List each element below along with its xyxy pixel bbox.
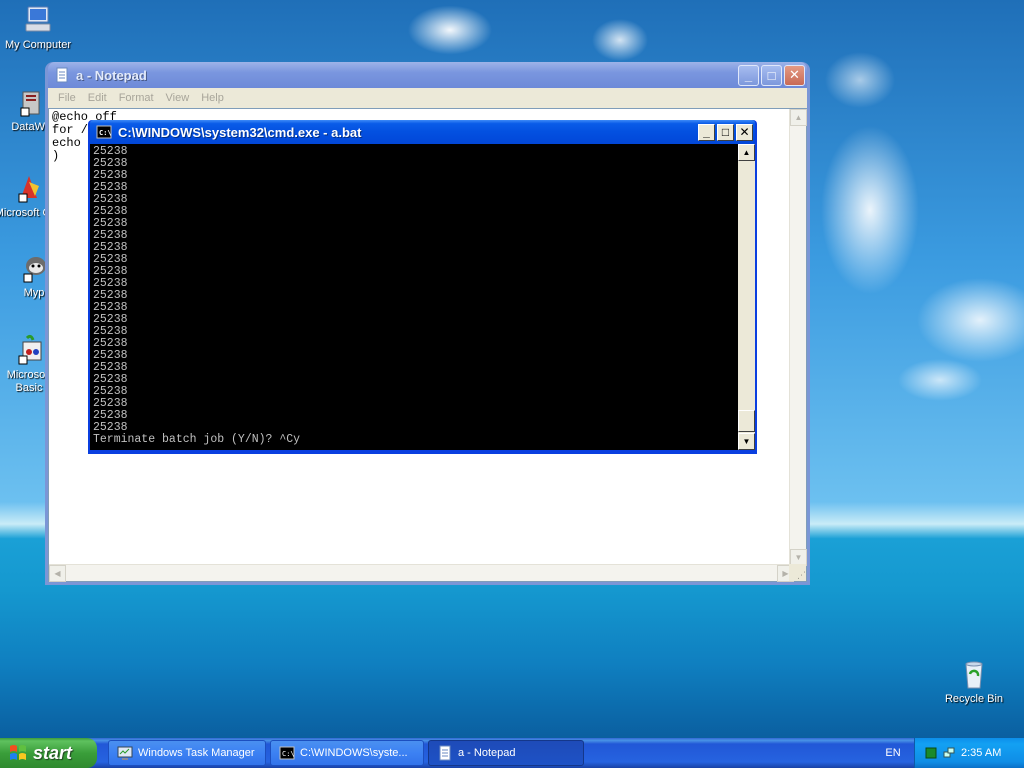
menu-edit[interactable]: Edit	[82, 92, 113, 104]
scroll-left-button[interactable]: ◀	[49, 565, 66, 582]
datawarehouse-shortcut-icon	[20, 91, 40, 117]
console-line: 25238	[93, 181, 128, 194]
notepad-menubar: File Edit Format View Help	[48, 88, 807, 108]
scroll-thumb[interactable]	[738, 410, 755, 432]
resize-grip[interactable]: ⋰	[789, 564, 806, 581]
system-tray: 2:35 AM	[914, 738, 1024, 768]
taskbar-item-label: a - Notepad	[458, 747, 516, 759]
desktop-icon-my-computer[interactable]: My Computer	[1, 4, 75, 52]
notepad-icon	[56, 67, 68, 83]
cmd-icon: C:\	[279, 746, 295, 760]
console-line: 25238	[93, 337, 128, 350]
minimize-button[interactable]: _	[698, 123, 715, 141]
console-line: 25238	[93, 409, 128, 422]
arrow-up-icon: ▲	[794, 113, 803, 122]
notepad-horizontal-scrollbar[interactable]: ◀ ▶	[49, 564, 794, 582]
notepad-icon	[439, 745, 451, 761]
desktop-icon-label: Myp	[23, 287, 45, 299]
desktop: My Computer DataWa Microsoft C++ Myp Mic…	[0, 0, 1024, 738]
console-line: 25238	[93, 289, 128, 302]
cmd-title: C:\WINDOWS\system32\cmd.exe - a.bat	[118, 124, 362, 140]
cmd-titlebar[interactable]: C:\ C:\WINDOWS\system32\cmd.exe - a.bat …	[90, 120, 755, 144]
menu-file[interactable]: File	[52, 92, 82, 104]
visual-cpp-shortcut-icon	[18, 176, 39, 203]
maximize-button[interactable]: □	[717, 123, 734, 141]
arrow-up-icon: ▲	[742, 148, 751, 157]
minimize-icon: _	[703, 125, 710, 139]
taskbar-item-task-manager[interactable]: Windows Task Manager	[108, 740, 266, 766]
start-label: start	[33, 742, 73, 763]
console-vertical-scrollbar[interactable]: ▲ ▼	[738, 144, 755, 450]
windows-logo-icon	[10, 745, 26, 760]
console-line: 25238	[93, 253, 128, 266]
recycle-bin-icon	[965, 661, 983, 689]
taskbar-item-cmd[interactable]: C:\ C:\WINDOWS\syste...	[270, 740, 424, 766]
desktop-icon-label: Recycle Bin	[944, 693, 1004, 705]
arrow-down-icon: ▼	[742, 437, 751, 446]
cmd-window[interactable]: C:\ C:\WINDOWS\system32\cmd.exe - a.bat …	[88, 120, 757, 454]
menu-view[interactable]: View	[160, 92, 196, 104]
console-prompt-line: Terminate batch job (Y/N)? ^Cy	[93, 433, 301, 446]
clock[interactable]: 2:35 AM	[961, 747, 1001, 759]
taskbar-item-notepad[interactable]: a - Notepad	[428, 740, 584, 766]
network-icon[interactable]	[943, 747, 955, 759]
console-line: 25238	[93, 301, 128, 314]
my-computer-icon	[25, 6, 51, 32]
minimize-button[interactable]: _	[738, 64, 759, 86]
notepad-vertical-scrollbar[interactable]: ▲ ▼	[789, 109, 807, 566]
close-icon: ✕	[739, 125, 750, 139]
notepad-titlebar[interactable]: a - Notepad _ □ ✕	[48, 62, 807, 88]
maximize-button[interactable]: □	[761, 64, 782, 86]
console-line: 25238	[93, 325, 128, 338]
console-line: 25238	[93, 313, 128, 326]
console-line: 25238	[93, 169, 128, 182]
maximize-icon: □	[767, 67, 776, 83]
visual-basic-shortcut-icon	[18, 334, 42, 365]
console-line: 25238	[93, 349, 128, 362]
console-line: 25238	[93, 217, 128, 230]
console-line: 25238	[93, 265, 128, 278]
maximize-icon: □	[721, 125, 730, 139]
cmd-icon: C:\	[96, 125, 112, 139]
console-line: 25238	[93, 205, 128, 218]
menu-format[interactable]: Format	[113, 92, 160, 104]
arrow-down-icon: ▼	[794, 553, 803, 562]
minimize-icon: _	[744, 67, 753, 83]
console-line: 25238	[93, 385, 128, 398]
console-line: 25238	[93, 373, 128, 386]
scroll-down-button[interactable]: ▼	[738, 433, 755, 450]
menu-help[interactable]: Help	[195, 92, 230, 104]
console-line: 25238	[93, 146, 128, 158]
close-button[interactable]: ✕	[736, 123, 753, 141]
console-output: 25238 25238 25238 25238 25238 25238 25238 25238…	[93, 146, 733, 448]
console-area[interactable]: 25238 25238 25238 25238 25238 25238 25238 25238…	[90, 144, 755, 450]
language-indicator[interactable]: EN	[872, 738, 914, 768]
svg-text:C:\: C:\	[99, 129, 112, 137]
tray-app-icon[interactable]	[925, 747, 937, 759]
desktop-icon-label: My Computer	[4, 39, 72, 51]
close-icon: ✕	[789, 67, 800, 82]
notepad-title: a - Notepad	[76, 67, 147, 83]
resize-grip-icon: ⋰	[797, 570, 806, 580]
console-line: 25238	[93, 241, 128, 254]
close-button[interactable]: ✕	[784, 64, 805, 86]
start-button[interactable]: start	[0, 738, 97, 768]
desktop-icon-recycle-bin[interactable]: Recycle Bin	[937, 658, 1011, 706]
console-line: 25238	[93, 277, 128, 290]
task-manager-icon	[117, 746, 133, 760]
arrow-right-icon: ▶	[782, 569, 789, 578]
svg-text:C:\: C:\	[282, 750, 295, 758]
taskbar-item-label: Windows Task Manager	[138, 747, 255, 759]
console-line: 25238	[93, 193, 128, 206]
arrow-left-icon: ◀	[54, 569, 61, 578]
console-line: 25238	[93, 229, 128, 242]
taskbar-item-label: C:\WINDOWS\syste...	[300, 747, 408, 759]
scroll-up-button[interactable]: ▲	[790, 109, 807, 126]
console-line: 25238	[93, 157, 128, 170]
taskbar: start Windows Task Manager C:\ C:\WINDOW…	[0, 738, 1024, 768]
console-line: 25238	[93, 361, 128, 374]
scroll-up-button[interactable]: ▲	[738, 144, 755, 161]
console-line: 25238	[93, 397, 128, 410]
